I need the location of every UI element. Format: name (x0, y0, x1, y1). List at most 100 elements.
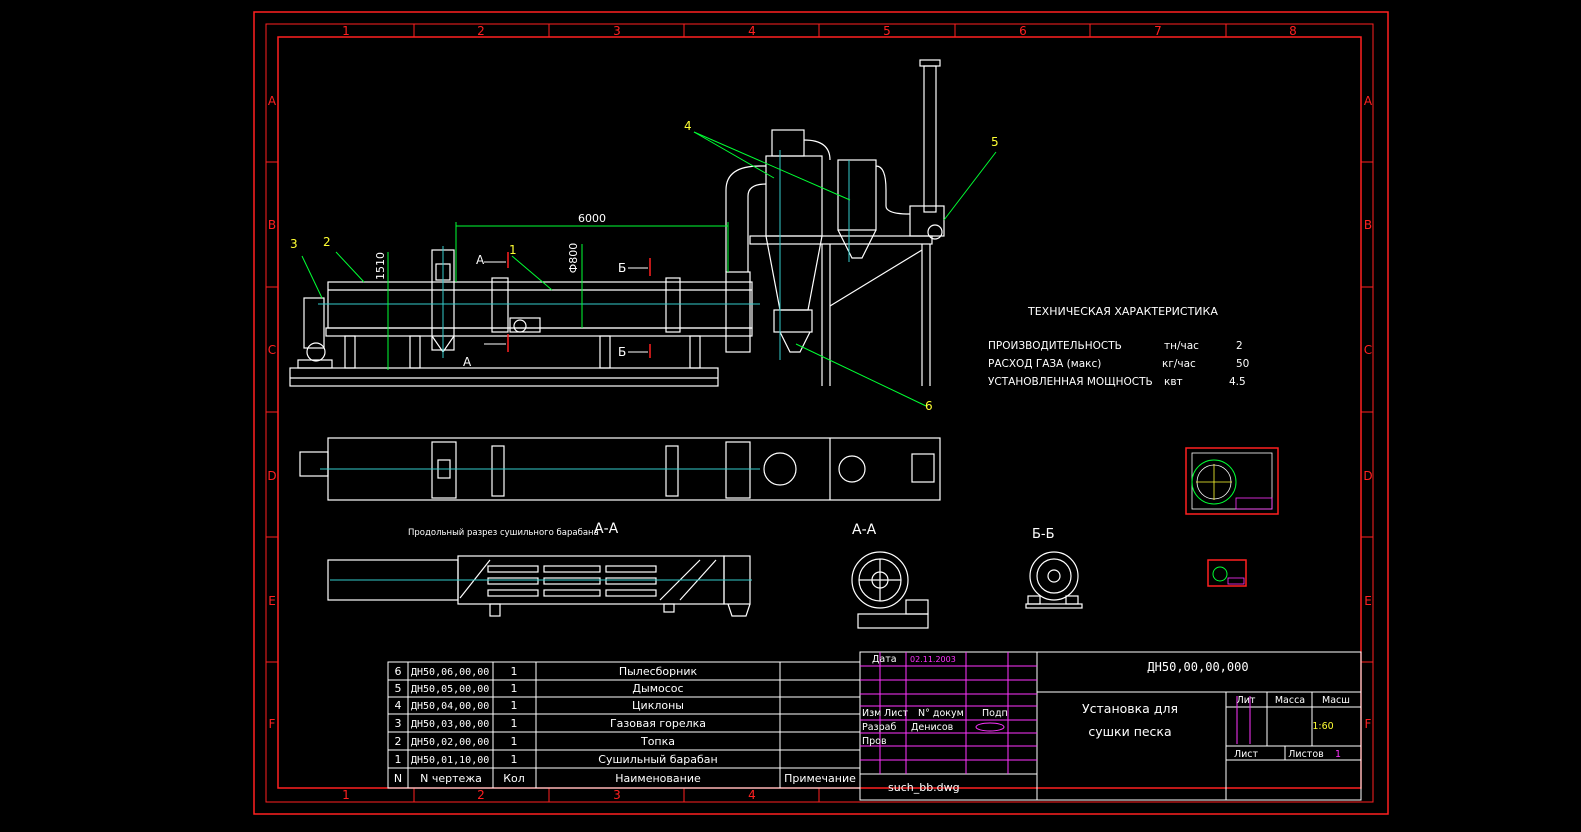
zone-col-8: 8 (1289, 24, 1297, 38)
dimension-diameter: Ф800 (567, 243, 580, 273)
tech-spec-row-3-unit: квт (1164, 376, 1183, 388)
stamp-sheet-label: Лист (1234, 749, 1259, 760)
bom-cell-qty: 1 (511, 665, 518, 678)
callout-3: 3 (290, 237, 298, 251)
stamp-razrab-label: Разраб (862, 722, 896, 733)
zone-col-1: 1 (342, 24, 350, 38)
tech-spec-row-2-name: РАСХОД ГАЗА (макс) (988, 358, 1101, 370)
bom-header-drawing: N чертежа (420, 772, 482, 785)
bom-cell-drawing: ДН50,01,10,00 (411, 755, 489, 766)
bom-header: N N чертежа Кол Наименование Примечание (394, 772, 856, 785)
section-mark-b-top: Б (618, 261, 626, 275)
zone-row-a-right: A (1364, 94, 1373, 108)
bom-header-note: Примечание (784, 772, 856, 785)
bom-header-name: Наименование (615, 772, 701, 785)
bom-cell-drawing: ДН50,06,00,00 (411, 667, 489, 678)
zone-col-2-bottom: 2 (477, 788, 485, 802)
bom-cell-n: 5 (395, 682, 402, 695)
cad-drawing: 1 2 3 4 5 6 7 8 1 2 3 4 A B C D E F A B … (253, 11, 1389, 815)
zone-row-c-right: C (1364, 343, 1372, 357)
bom-header-qty: Кол (503, 772, 525, 785)
bom-cell-name: Пылесборник (619, 665, 698, 678)
callout-5: 5 (991, 135, 999, 149)
zone-row-c: C (268, 343, 276, 357)
stamp-razrab-name: Денисов (911, 722, 954, 733)
zone-row-b: B (268, 218, 276, 232)
zone-col-4-bottom: 4 (748, 788, 756, 802)
bom-cell-qty: 1 (511, 682, 518, 695)
section-bb-label: Б-Б (1032, 527, 1055, 542)
section-aa-view (851, 551, 929, 629)
zone-row-d-right: D (1363, 469, 1372, 483)
dimension-length: 6000 (578, 212, 606, 225)
section-mark-a-bottom: А (463, 355, 472, 369)
stamp-date-label: Дата (872, 654, 897, 665)
bom-cell-qty: 1 (511, 735, 518, 748)
zone-col-2: 2 (477, 24, 485, 38)
stamp-sheets-label: Листов (1288, 749, 1324, 760)
bom-cell-qty: 1 (511, 753, 518, 766)
zone-row-d: D (267, 469, 276, 483)
zone-col-7: 7 (1154, 24, 1162, 38)
tech-spec-row-1-value: 2 (1236, 340, 1243, 352)
bom-cell-drawing: ДН50,03,00,00 (411, 719, 489, 730)
zone-col-3-bottom: 3 (613, 788, 621, 802)
stamp-scale-value: 1:60 (1312, 721, 1333, 732)
bom-header-n: N (394, 772, 402, 785)
tech-spec-row-1-name: ПРОИЗВОДИТЕЛЬНОСТЬ (988, 340, 1122, 352)
stamp-hdr-sign: Подп (982, 708, 1008, 719)
bom-cell-n: 4 (395, 699, 402, 712)
bom-cell-n: 1 (395, 753, 402, 766)
tech-spec-row-3-name: УСТАНОВЛЕННАЯ МОЩНОСТЬ (988, 376, 1153, 388)
bom-cell-drawing: ДН50,05,00,00 (411, 684, 489, 695)
tech-spec-row-1-unit: тн/час (1164, 340, 1199, 352)
section-mark-a-top: А (476, 253, 485, 267)
stamp-lit-label: Лит (1237, 695, 1256, 706)
stamp-title-line-1: Установка для (1082, 701, 1178, 716)
longitudinal-caption: Продольный разрез сушильного барабана (408, 528, 599, 538)
zone-col-5: 5 (883, 24, 891, 38)
stamp-prov-label: Пров (862, 736, 887, 747)
bom-cell-drawing: ДН50,02,00,00 (411, 737, 489, 748)
stamp-sheets-value: 1 (1335, 749, 1341, 760)
bom-cell-qty: 1 (511, 699, 518, 712)
stamp-labels: Дата 02.11.2003 Изм Лист N° докум Подп Р… (862, 654, 1008, 794)
bom-cell-drawing: ДН50,04,00,00 (411, 701, 489, 712)
zone-row-a: A (268, 94, 277, 108)
zone-col-6: 6 (1019, 24, 1027, 38)
bom-cell-name: Циклоны (632, 699, 684, 712)
zone-row-f: F (269, 717, 276, 731)
section-aa-label-1: А-А (594, 521, 619, 537)
zone-col-4: 4 (748, 24, 756, 38)
zone-col-3: 3 (613, 24, 621, 38)
zone-row-f-right: F (1365, 717, 1372, 731)
bom-cell-name: Газовая горелка (610, 717, 706, 730)
bom-cell-n: 3 (395, 717, 402, 730)
stamp-mass-label: Масса (1275, 695, 1305, 706)
stamp-hdr-izm: Изм (862, 708, 881, 719)
bom-cell-n: 2 (395, 735, 402, 748)
callout-4: 4 (684, 119, 692, 133)
callout-1: 1 (509, 243, 517, 257)
stamp-date-value: 02.11.2003 (910, 655, 956, 664)
bom-cell-qty: 1 (511, 717, 518, 730)
zone-col-1-bottom: 1 (342, 788, 350, 802)
stamp-hdr-doc: N° докум (918, 708, 964, 719)
section-bb-view (1025, 551, 1083, 609)
bom-cell-name: Сушильный барабан (598, 753, 717, 766)
tech-spec-title: ТЕХНИЧЕСКАЯ ХАРАКТЕРИСТИКА (1027, 305, 1218, 318)
longitudinal-section (327, 555, 751, 617)
tech-spec-row-3-value: 4.5 (1229, 376, 1246, 388)
thumbnail-large (1185, 447, 1279, 515)
callout-2: 2 (323, 235, 331, 249)
stamp-hdr-list: Лист (884, 708, 909, 719)
section-aa-label-2: А-А (852, 522, 877, 538)
bom-cell-n: 6 (395, 665, 402, 678)
thumbnail-small (1207, 559, 1247, 587)
zone-row-e: E (268, 594, 276, 608)
signature-mark (975, 722, 1005, 732)
tech-spec-row-2-value: 50 (1236, 358, 1249, 370)
dimension-height: 1510 (374, 252, 387, 280)
bom-cell-name: Дымосос (632, 682, 683, 695)
section-mark-b-bottom: Б (618, 345, 626, 359)
